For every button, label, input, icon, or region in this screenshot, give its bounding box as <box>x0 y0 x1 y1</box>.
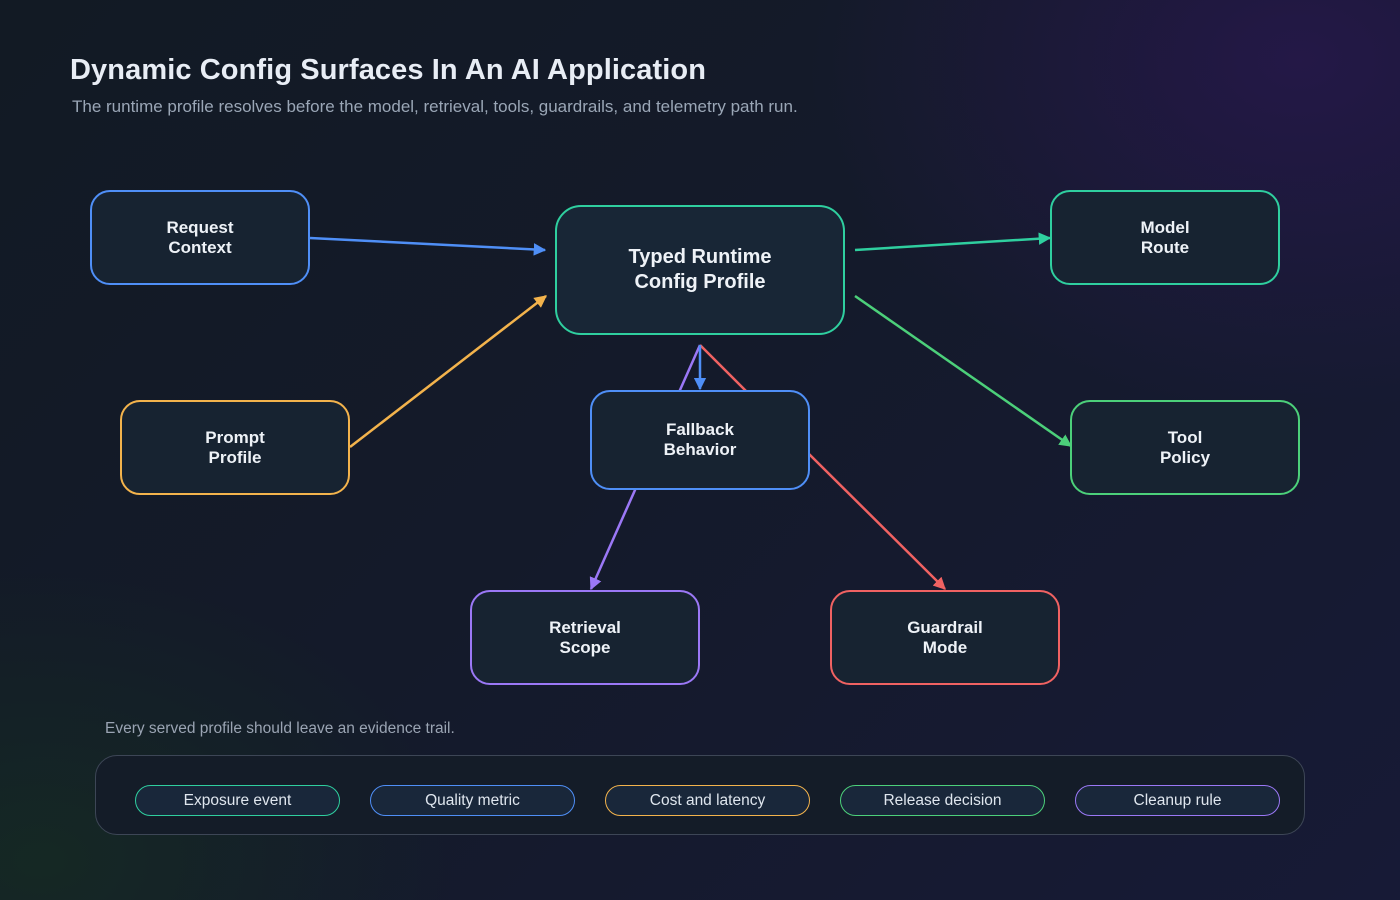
evidence-pill-exposure-event: Exposure event <box>135 785 340 816</box>
node-label: Guardrail Mode <box>907 617 983 657</box>
evidence-pill-cleanup-rule: Cleanup rule <box>1075 785 1280 816</box>
node-runtime-config-profile: Typed Runtime Config Profile <box>555 205 845 335</box>
evidence-caption: Every served profile should leave an evi… <box>105 720 455 737</box>
edge-runtime-to-model <box>854 232 1052 252</box>
node-label: Request Context <box>166 217 234 257</box>
edge-runtime-to-tool <box>854 294 1073 448</box>
node-label: Prompt Profile <box>205 427 265 467</box>
node-label: Tool Policy <box>1159 427 1211 467</box>
evidence-pill-release-decision: Release decision <box>840 785 1045 816</box>
node-label: Fallback Behavior <box>663 420 737 459</box>
node-prompt-profile: Prompt Profile <box>120 400 350 495</box>
node-retrieval-scope: Retrieval Scope <box>470 590 700 685</box>
node-label: Model Route <box>1140 217 1190 257</box>
node-fallback-behavior: Fallback Behavior <box>590 390 810 490</box>
node-model-route: Model Route <box>1050 190 1280 285</box>
node-label: Retrieval Scope <box>549 617 621 657</box>
evidence-trail-panel: Exposure event Quality metric Cost and l… <box>95 755 1305 835</box>
node-tool-policy: Tool Policy <box>1070 400 1300 495</box>
node-guardrail-mode: Guardrail Mode <box>830 590 1060 685</box>
node-request-context: Request Context <box>90 190 310 285</box>
evidence-pill-cost-and-latency: Cost and latency <box>605 785 810 816</box>
edge-prompt-to-runtime <box>349 295 547 448</box>
node-label: Typed Runtime Config Profile <box>628 246 772 293</box>
edge-request-to-runtime <box>309 236 547 256</box>
evidence-pill-quality-metric: Quality metric <box>370 785 575 816</box>
